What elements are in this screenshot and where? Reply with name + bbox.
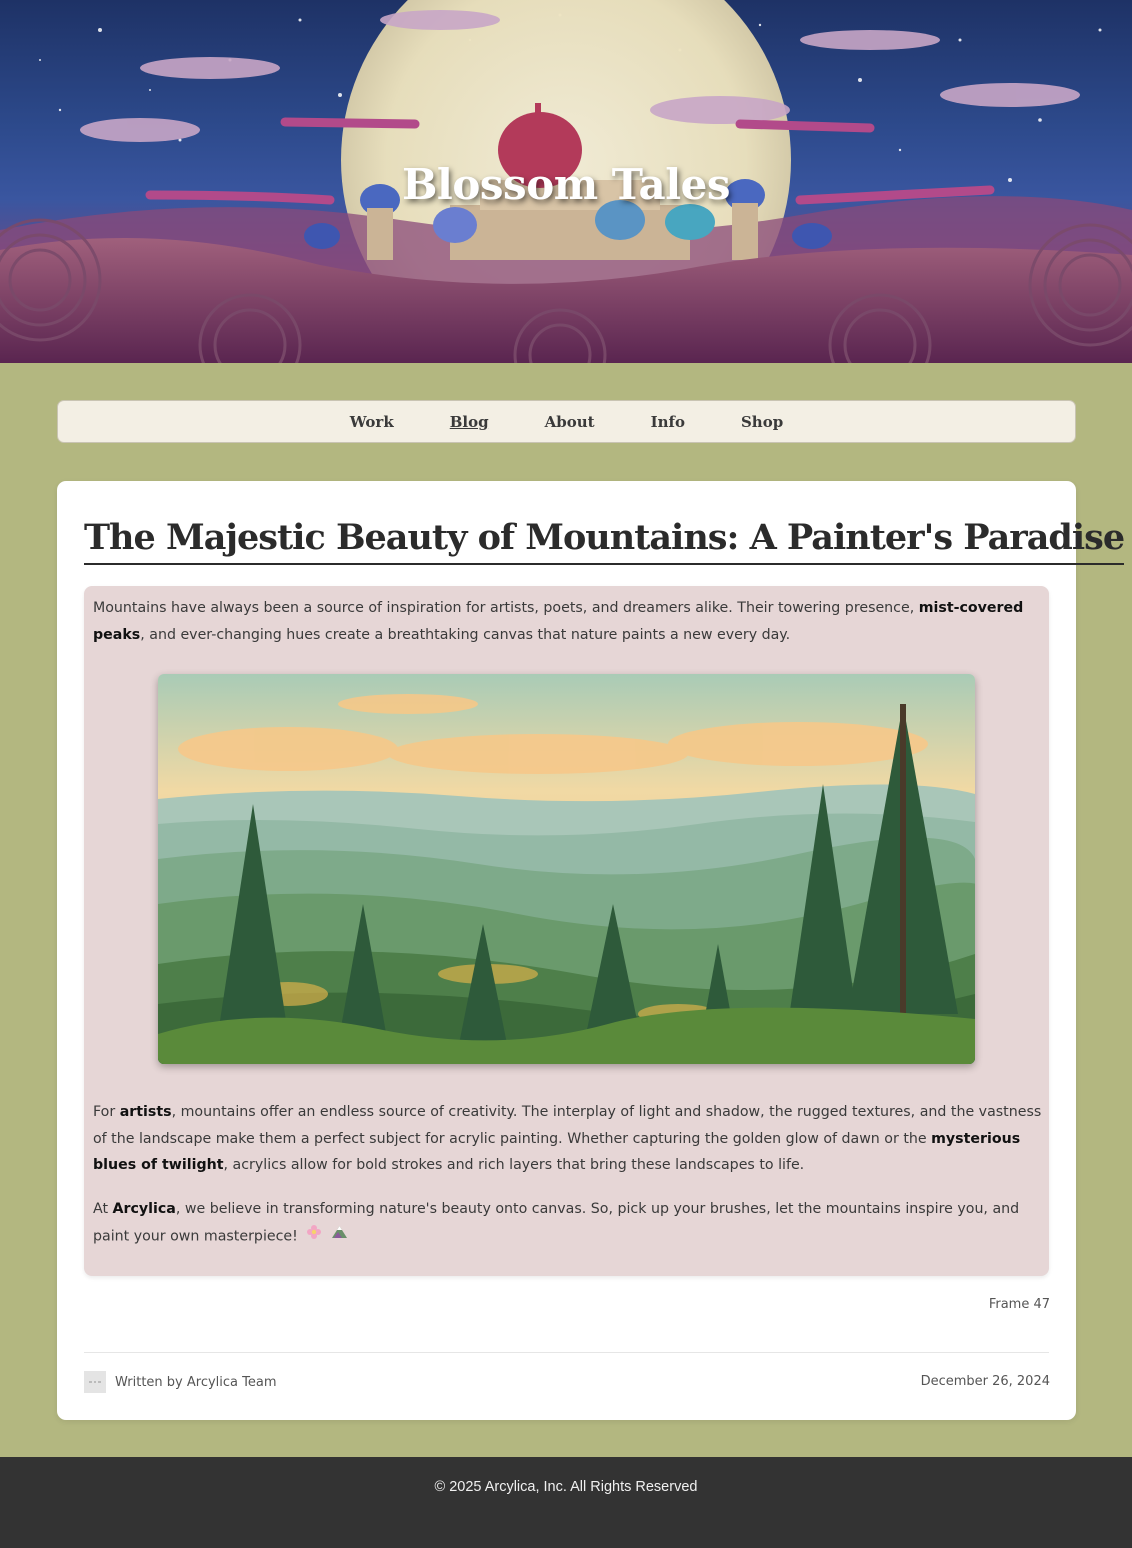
post-title: The Majestic Beauty of Mountains: A Pain… xyxy=(84,517,1125,565)
nav-item-about[interactable]: About xyxy=(545,413,595,431)
flower-emoji-icon xyxy=(306,1223,322,1250)
artists-text-b: , mountains offer an endless source of c… xyxy=(93,1104,1042,1147)
site-title: Blossom Tales xyxy=(401,160,731,209)
nav-item-info[interactable]: Info xyxy=(651,413,685,431)
intro-text-b: , and ever-changing hues create a breath… xyxy=(140,626,791,643)
frame-label: Frame 47 xyxy=(988,1297,1050,1312)
avatar xyxy=(84,1371,106,1393)
nav-item-work[interactable]: Work xyxy=(350,413,394,431)
closing-text-b: , we believe in transforming nature's be… xyxy=(93,1201,1020,1244)
post-content: Mountains have always been a source of i… xyxy=(84,586,1049,1276)
copyright-text: © 2025 Arcylica, Inc. All Rights Reserve… xyxy=(434,1479,698,1495)
post-date: December 26, 2024 xyxy=(920,1374,1050,1389)
mountain-emoji-icon xyxy=(331,1223,348,1250)
author-byline: Written by Arcylica Team xyxy=(84,1371,277,1393)
site-footer: © 2025 Arcylica, Inc. All Rights Reserve… xyxy=(0,1457,1132,1548)
artists-bold-a: artists xyxy=(119,1104,172,1120)
artists-paragraph: For artists, mountains offer an endless … xyxy=(93,1099,1043,1179)
mountain-painting-image xyxy=(158,674,975,1064)
artists-text-c: , acrylics allow for bold strokes and ri… xyxy=(223,1157,805,1173)
blog-post-card: The Majestic Beauty of Mountains: A Pain… xyxy=(57,481,1125,1420)
main-nav: Work Blog About Info Shop xyxy=(57,400,1076,443)
divider xyxy=(84,1352,1049,1353)
author-name: Written by Arcylica Team xyxy=(115,1374,277,1390)
nav-item-shop[interactable]: Shop xyxy=(741,413,783,431)
hero-banner: Blossom Tales xyxy=(0,0,1132,363)
closing-paragraph: At Arcylica, we believe in transforming … xyxy=(93,1196,1043,1249)
artists-text-a: For xyxy=(93,1104,120,1120)
intro-paragraph: Mountains have always been a source of i… xyxy=(93,595,1043,648)
intro-text-a: Mountains have always been a source of i… xyxy=(93,600,919,616)
nav-item-blog[interactable]: Blog xyxy=(450,413,489,431)
closing-text-a: At xyxy=(93,1201,113,1217)
closing-bold-a: Arcylica xyxy=(112,1201,176,1217)
